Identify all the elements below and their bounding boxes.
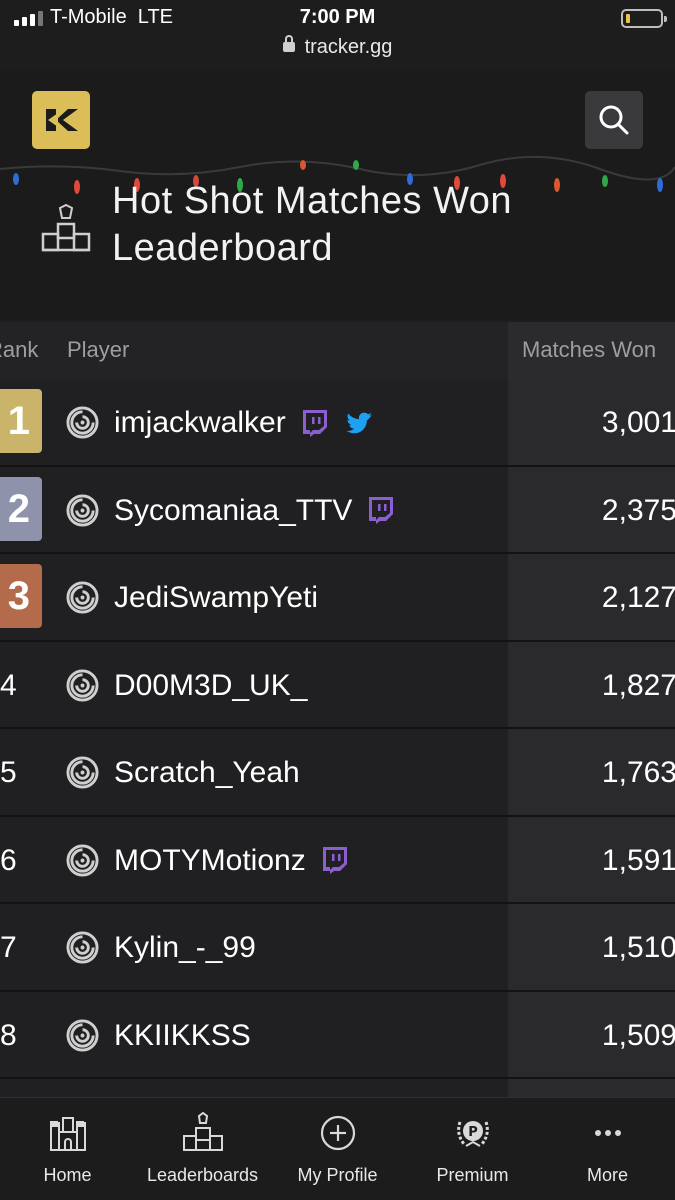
table-row[interactable]: 7 Kylin_-_99 1,510	[0, 904, 675, 992]
rank-number: 5	[0, 756, 17, 789]
twitch-icon[interactable]	[300, 408, 330, 438]
search-button[interactable]	[585, 91, 643, 149]
matches-won-value: 1,763	[601, 756, 675, 789]
player-name-link[interactable]: Sycomaniaa_TTV	[114, 467, 352, 554]
column-header-matches-won[interactable]: Matches Won	[522, 337, 656, 363]
nav-label: Leaderboards	[146, 1165, 259, 1185]
rank-number: 6	[0, 843, 17, 877]
nav-more[interactable]: More	[540, 1098, 675, 1200]
table-row[interactable]: 5 Scratch_Yeah 1,763	[0, 729, 675, 817]
ellipsis-icon	[594, 1130, 621, 1136]
column-header-rank[interactable]: Rank	[0, 337, 38, 363]
ubisoft-platform-icon	[66, 668, 99, 702]
matches-won-value: 1,510	[601, 931, 675, 964]
status-bar: T-Mobile LTE 7:00 PM tracker.gg	[0, 0, 675, 70]
clock: 7:00 PM	[299, 6, 376, 28]
battery-icon	[621, 9, 667, 28]
player-name-link[interactable]: JediSwampYeti	[114, 554, 318, 641]
twitter-icon[interactable]	[344, 408, 374, 438]
svg-text:P: P	[468, 1125, 478, 1140]
podium-icon	[41, 204, 91, 252]
ubisoft-platform-icon	[66, 581, 99, 614]
nav-home[interactable]: Home	[0, 1098, 135, 1200]
address-bar[interactable]: tracker.gg	[0, 35, 675, 59]
table-row[interactable]: 3 JediSwampYeti 2,127	[0, 554, 675, 642]
leaderboard-table: Rank Player Matches Won 1 imjackwalker 3,0…	[0, 322, 675, 1099]
matches-won-value: 1,591	[601, 843, 675, 877]
player-name-link[interactable]: D00M3D_UK_	[114, 642, 307, 729]
rank-number: 4	[0, 668, 17, 702]
player-name-link[interactable]: KKIIKKSS	[114, 992, 251, 1079]
nav-label: Premium	[436, 1165, 509, 1185]
twitch-icon[interactable]	[366, 495, 396, 525]
matches-won-value: 1,509	[601, 1018, 675, 1052]
twitch-icon[interactable]	[320, 845, 350, 875]
plus-circle-icon	[320, 1115, 355, 1151]
rank-badge: 2	[0, 476, 42, 541]
rank-badge: 3	[0, 564, 42, 628]
site-header: Hot Shot Matches Won Leaderboard	[0, 70, 675, 320]
player-name-link[interactable]: imjackwalker	[114, 379, 286, 466]
table-row-partial	[0, 1079, 675, 1099]
table-row[interactable]: 1 imjackwalker 3,001	[0, 379, 675, 467]
player-name-link[interactable]: Kylin_-_99	[114, 904, 256, 991]
ubisoft-platform-icon	[66, 406, 99, 439]
ubisoft-platform-icon	[66, 843, 99, 877]
ubisoft-platform-icon	[66, 493, 99, 527]
table-row[interactable]: 4 D00M3D_UK_ 1,827	[0, 641, 675, 729]
podium-icon	[182, 1112, 223, 1151]
rank-number: 7	[0, 931, 17, 964]
rank-badge: 1	[0, 389, 42, 453]
matches-won-value: 2,375	[601, 493, 675, 527]
matches-won-value: 2,127	[601, 581, 675, 614]
table-header: Rank Player Matches Won	[0, 322, 675, 379]
column-header-player[interactable]: Player	[67, 337, 129, 363]
bottom-navigation: Home Leaderboards My Profile P Premium M…	[0, 1097, 675, 1200]
search-icon	[599, 105, 629, 135]
nav-label: Home	[43, 1165, 92, 1185]
ubisoft-platform-icon	[66, 756, 99, 789]
matches-won-value: 1,827	[601, 668, 675, 702]
matches-won-value: 3,001	[601, 406, 675, 439]
url-text: tracker.gg	[304, 36, 393, 58]
castle-icon	[49, 1117, 86, 1151]
ubisoft-platform-icon	[66, 931, 99, 964]
nav-label: More	[586, 1165, 628, 1185]
player-name-link[interactable]: MOTYMotionz	[114, 817, 306, 904]
table-row[interactable]: 8 KKIIKKSS 1,509	[0, 991, 675, 1079]
rank-number: 8	[0, 1018, 17, 1052]
table-row[interactable]: 6 MOTYMotionz 1,591	[0, 816, 675, 904]
nav-leaderboards[interactable]: Leaderboards	[135, 1098, 270, 1200]
lock-icon	[282, 35, 295, 52]
page-title: Hot Shot Matches Won Leaderboard	[112, 180, 513, 269]
ubisoft-platform-icon	[66, 1018, 99, 1052]
table-row[interactable]: 2 Sycomaniaa_TTV 2,375	[0, 466, 675, 554]
nav-my-profile[interactable]: My Profile	[270, 1098, 405, 1200]
nav-label: My Profile	[297, 1165, 378, 1185]
premium-laurel-icon: P	[456, 1121, 489, 1147]
nav-premium[interactable]: P Premium	[405, 1098, 540, 1200]
tracker-logo-icon[interactable]	[32, 91, 90, 149]
player-name-link[interactable]: Scratch_Yeah	[114, 729, 300, 816]
